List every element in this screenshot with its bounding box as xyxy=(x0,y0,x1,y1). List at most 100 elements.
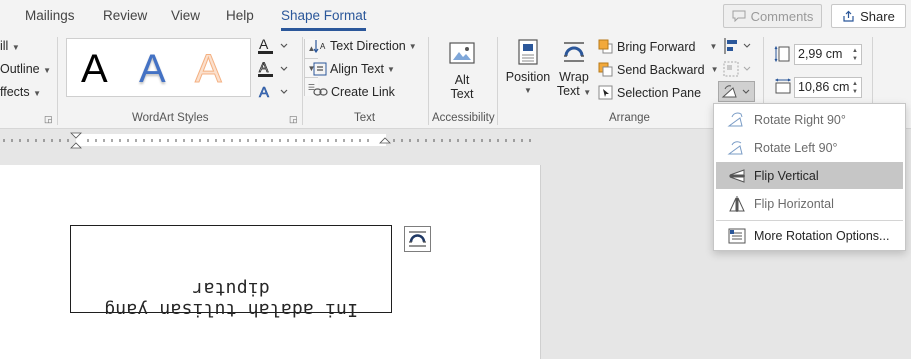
text-fill-icon: A xyxy=(258,36,288,54)
group-label-accessibility: Accessibility xyxy=(432,112,495,124)
flip-vertical-icon xyxy=(725,166,749,186)
svg-text:A: A xyxy=(259,59,269,75)
menu-label-rotate-right: Rotate Right 90° xyxy=(754,112,846,127)
wordart-style-blue[interactable]: A xyxy=(139,47,166,91)
create-link-button[interactable]: Create Link xyxy=(313,85,395,99)
create-link-label: Create Link xyxy=(331,85,395,99)
group-objects-button[interactable] xyxy=(722,60,754,78)
height-spinner[interactable]: ▲ ▼ xyxy=(849,45,861,64)
wordart-gallery[interactable]: A A A ▲ ▼ ☰ xyxy=(66,38,318,97)
align-text-label: Align Text xyxy=(330,62,384,76)
bring-forward-icon xyxy=(598,39,613,54)
chevron-down-icon: ▼ xyxy=(43,66,52,75)
shape-width-icon xyxy=(774,77,792,95)
spin-up-icon: ▲ xyxy=(852,47,858,54)
shape-fill-label: ill xyxy=(0,39,9,53)
wordart-style-black[interactable]: A xyxy=(81,47,108,91)
horizontal-ruler[interactable] xyxy=(0,130,540,150)
rotate-button[interactable] xyxy=(718,81,755,102)
text-outline-icon: A xyxy=(258,59,288,77)
send-backward-label: Send Backward xyxy=(617,62,705,77)
tab-mailings[interactable]: Mailings xyxy=(25,8,75,23)
spin-down-icon: ▼ xyxy=(852,55,858,62)
shape-height-field[interactable]: 2,99 cm ▲ ▼ xyxy=(794,44,862,65)
group-label-text: Text xyxy=(354,112,376,124)
dialog-launcher-icon[interactable]: ◲ xyxy=(44,114,53,125)
alt-text-icon xyxy=(449,42,475,64)
align-text-icon xyxy=(313,62,327,76)
chevron-down-icon: ▼ xyxy=(524,86,532,95)
send-backward-icon xyxy=(598,62,613,77)
menu-label-flip-horizontal: Flip Horizontal xyxy=(754,196,834,211)
shape-height-value: 2,99 cm xyxy=(798,47,843,61)
shape-outline-button[interactable]: Outline ▼ xyxy=(0,62,51,76)
menu-item-more-rotation-options[interactable]: More Rotation Options... xyxy=(716,222,903,249)
align-objects-icon xyxy=(724,38,751,54)
text-effects-button[interactable]: A xyxy=(257,82,291,102)
comments-button[interactable]: Comments xyxy=(723,4,822,28)
bring-forward-button[interactable]: Bring Forward ▼ xyxy=(598,39,717,54)
width-spinner[interactable]: ▲ ▼ xyxy=(849,78,861,97)
menu-separator xyxy=(716,220,903,221)
tab-help[interactable]: Help xyxy=(226,8,254,23)
comments-label: Comments xyxy=(750,8,814,24)
text-box-shape[interactable]: Ini adalah tulisan yang diputar xyxy=(70,225,392,320)
wrap-text-label-2: Text ▼ xyxy=(556,84,592,98)
chevron-down-icon: ▼ xyxy=(11,43,20,52)
spin-up-icon: ▲ xyxy=(852,80,858,87)
send-backward-button[interactable]: Send Backward ▼ xyxy=(598,62,718,77)
share-label: Share xyxy=(860,8,895,24)
rotation-options-icon xyxy=(725,226,749,246)
dialog-launcher-icon[interactable]: ◲ xyxy=(289,114,298,125)
group-separator xyxy=(302,37,303,125)
spin-down-icon: ▼ xyxy=(852,88,858,95)
position-label: Position xyxy=(505,70,551,84)
alt-text-button[interactable]: Alt Text xyxy=(440,40,484,104)
svg-text:A: A xyxy=(259,84,269,101)
menu-item-flip-vertical[interactable]: Flip Vertical xyxy=(716,162,903,189)
rotate-right-icon xyxy=(725,110,749,130)
share-button[interactable]: Share xyxy=(831,4,906,28)
menu-label-flip-vertical: Flip Vertical xyxy=(754,168,819,183)
svg-text:A: A xyxy=(320,42,326,51)
chevron-down-icon: ▼ xyxy=(408,41,417,51)
comment-icon xyxy=(732,10,746,22)
menu-item-rotate-right[interactable]: Rotate Right 90° xyxy=(716,106,903,133)
tab-shape-format[interactable]: Shape Format xyxy=(281,8,367,23)
flip-horizontal-icon xyxy=(725,194,749,214)
wrap-text-button[interactable]: Wrap Text ▼ xyxy=(555,38,593,104)
tab-view[interactable]: View xyxy=(171,8,200,23)
selection-pane-label: Selection Pane xyxy=(617,85,702,100)
shape-fill-button[interactable]: ill ▼ xyxy=(0,39,20,53)
shape-width-field[interactable]: 10,86 cm ▲ ▼ xyxy=(794,77,862,98)
menu-label-rotate-left: Rotate Left 90° xyxy=(754,140,838,155)
menu-item-rotate-left[interactable]: Rotate Left 90° xyxy=(716,134,903,161)
text-outline-button[interactable]: A xyxy=(257,59,291,79)
text-direction-button[interactable]: A Text Direction ▼ xyxy=(313,39,417,53)
shape-outline-label: Outline xyxy=(0,62,40,76)
text-fill-button[interactable]: A xyxy=(257,36,291,56)
wrap-text-icon xyxy=(564,42,584,62)
alt-text-label-1: Alt xyxy=(454,73,470,87)
tab-review[interactable]: Review xyxy=(103,8,147,23)
text-effects-icon: A xyxy=(259,84,288,101)
menu-item-flip-horizontal[interactable]: Flip Horizontal xyxy=(716,190,903,217)
selection-pane-button[interactable]: Selection Pane xyxy=(598,85,701,100)
flipped-text[interactable]: Ini adalah tulisan yang diputar xyxy=(71,278,391,320)
position-button[interactable]: Position ▼ xyxy=(505,38,551,104)
selection-pane-icon xyxy=(598,85,613,100)
layout-options-button[interactable] xyxy=(404,226,431,252)
group-separator xyxy=(497,37,498,125)
align-text-button[interactable]: Align Text ▼ xyxy=(313,62,395,76)
rotate-dropdown-menu: Rotate Right 90° Rotate Left 90° Flip Ve… xyxy=(713,103,906,251)
group-separator xyxy=(428,37,429,125)
wordart-style-orange[interactable]: A xyxy=(195,47,223,92)
layout-options-icon xyxy=(409,231,426,247)
chevron-down-icon: ▼ xyxy=(710,65,719,74)
chevron-down-icon: ▼ xyxy=(709,42,718,51)
shape-width-value: 10,86 cm xyxy=(798,80,850,94)
shape-effects-label: ffects xyxy=(0,85,30,99)
align-button[interactable] xyxy=(722,37,754,55)
shape-effects-button[interactable]: ffects ▼ xyxy=(0,85,41,99)
active-tab-underline xyxy=(281,28,366,31)
